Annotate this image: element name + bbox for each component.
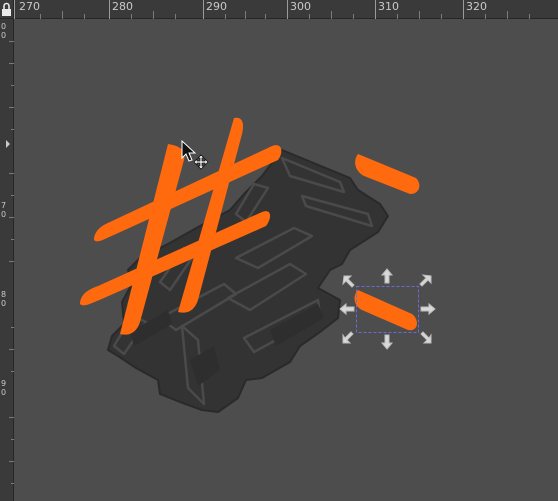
horizontal-ruler[interactable]: 270 280 290 300 310 320 (0, 0, 558, 19)
move-cursor-icon (193, 154, 209, 170)
ruler-label-320: 320 (466, 0, 487, 13)
vruler-label-6: 0 (1, 300, 7, 308)
vertical-ruler[interactable]: 0 0 7 0 8 0 9 0 (0, 19, 14, 501)
vruler-label-5: 8 (1, 291, 7, 299)
scale-handle-top-right[interactable] (419, 274, 432, 287)
drawing-canvas[interactable] (14, 19, 558, 501)
scale-handle-top-left[interactable] (342, 275, 355, 288)
lock-icon[interactable] (0, 0, 14, 19)
scale-handle-top[interactable] (380, 268, 394, 284)
ruler-label-310: 310 (378, 0, 399, 13)
ruler-label-300: 300 (290, 0, 311, 13)
ruler-position-marker (6, 140, 10, 148)
artwork (80, 117, 436, 413)
vruler-label-2: 0 (1, 32, 7, 40)
scale-handle-bottom-left[interactable] (342, 331, 354, 344)
ruler-corner[interactable] (0, 0, 14, 19)
vruler-label-8: 0 (1, 389, 7, 397)
scale-handle-left[interactable] (339, 302, 355, 316)
ruler-label-280: 280 (112, 0, 133, 13)
vruler-label-7: 9 (1, 380, 7, 388)
vertical-ruler-ticks (6, 41, 14, 484)
vruler-label-3: 7 (1, 202, 7, 210)
ruler-label-270: 270 (19, 0, 40, 13)
ruler-label-290: 290 (206, 0, 227, 13)
vruler-label-1: 0 (1, 23, 7, 31)
dash-shape-top[interactable] (355, 154, 420, 194)
scale-handle-bottom-right[interactable] (420, 331, 432, 344)
dash-shape-selected[interactable] (354, 290, 417, 331)
scale-handle-bottom[interactable] (380, 334, 394, 350)
scale-handle-right[interactable] (420, 302, 436, 316)
vruler-label-4: 0 (1, 211, 7, 219)
